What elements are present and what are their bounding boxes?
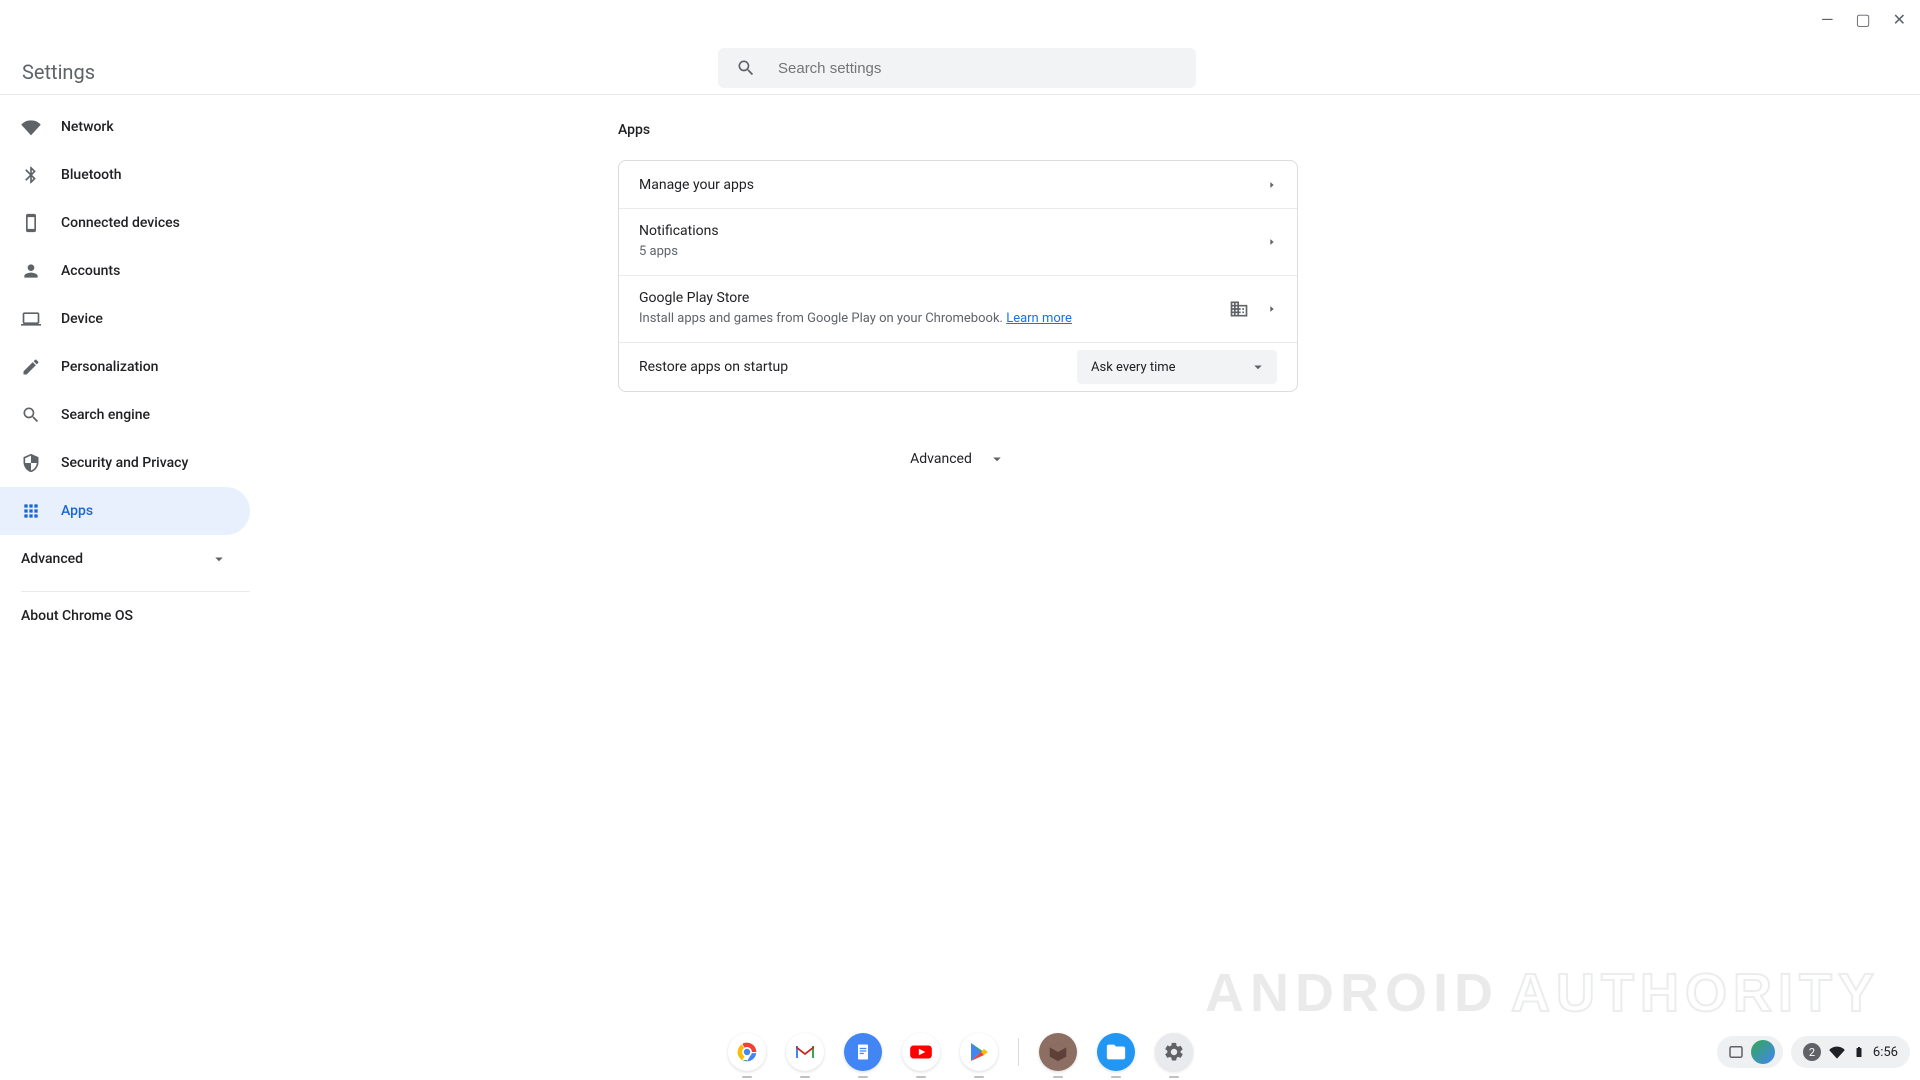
dropdown-value: Ask every time: [1091, 360, 1176, 375]
building-icon: [1229, 299, 1249, 319]
play-desc-text: Install apps and games from Google Play …: [639, 311, 1006, 326]
folder-icon: [1105, 1041, 1127, 1063]
sidebar-item-security[interactable]: Security and Privacy: [0, 439, 250, 487]
row-subtext: Install apps and games from Google Play …: [639, 310, 1217, 328]
holding-space-thumb: [1751, 1040, 1775, 1064]
tote-icon: [1727, 1043, 1745, 1061]
watermark-part1: ANDROID: [1205, 963, 1499, 1023]
search-input[interactable]: [778, 60, 1178, 77]
chevron-right-icon: [1267, 304, 1277, 314]
row-restore-apps: Restore apps on startup Ask every time: [619, 343, 1297, 391]
row-subtext: 5 apps: [639, 243, 1249, 261]
sidebar-item-accounts[interactable]: Accounts: [0, 247, 250, 295]
battery-icon: [1853, 1044, 1865, 1060]
shelf-app-play-store[interactable]: [960, 1033, 998, 1071]
row-play-store[interactable]: Google Play Store Install apps and games…: [619, 276, 1297, 343]
shelf-app-chrome[interactable]: [728, 1033, 766, 1071]
advanced-label: Advanced: [910, 451, 972, 467]
notification-count-badge: 2: [1803, 1043, 1821, 1061]
sidebar-item-about[interactable]: About Chrome OS: [0, 592, 250, 640]
sidebar-item-label: Search engine: [61, 407, 150, 423]
sidebar-item-search-engine[interactable]: Search engine: [0, 391, 250, 439]
search-icon: [736, 58, 756, 78]
wifi-icon: [21, 117, 41, 137]
row-manage-apps[interactable]: Manage your apps: [619, 161, 1297, 209]
sidebar-item-bluetooth[interactable]: Bluetooth: [0, 151, 250, 199]
sidebar-item-device[interactable]: Device: [0, 295, 250, 343]
header: Settings: [0, 0, 1920, 95]
youtube-icon: [908, 1039, 934, 1065]
sidebar-item-label: Security and Privacy: [61, 455, 188, 471]
settings-card: Manage your apps Notifications 5 apps Go…: [618, 160, 1298, 392]
shelf-separator: [1018, 1038, 1019, 1066]
shelf-app-youtube[interactable]: [902, 1033, 940, 1071]
shield-icon: [21, 453, 41, 473]
search-icon: [21, 405, 41, 425]
shelf-app-files[interactable]: [1097, 1033, 1135, 1071]
laptop-icon: [21, 309, 41, 329]
sidebar: Network Bluetooth Connected devices Acco…: [0, 103, 250, 640]
row-title: Restore apps on startup: [639, 359, 1077, 375]
status-tray[interactable]: 2 6:56: [1791, 1036, 1910, 1068]
sidebar-advanced-toggle[interactable]: Advanced: [0, 535, 250, 583]
chevron-down-icon: [1249, 358, 1267, 376]
gmail-icon: [793, 1040, 817, 1064]
row-title: Google Play Store: [639, 290, 1217, 306]
apps-icon: [21, 501, 41, 521]
advanced-toggle[interactable]: Advanced: [618, 450, 1298, 468]
sidebar-item-network[interactable]: Network: [0, 103, 250, 151]
shelf-app-gmail[interactable]: [786, 1033, 824, 1071]
pencil-icon: [21, 357, 41, 377]
chevron-right-icon: [1267, 180, 1277, 190]
holding-space-button[interactable]: [1717, 1036, 1783, 1068]
row-content: Google Play Store Install apps and games…: [639, 276, 1217, 342]
sidebar-item-personalization[interactable]: Personalization: [0, 343, 250, 391]
gear-icon: [1163, 1041, 1185, 1063]
advanced-label: Advanced: [21, 551, 83, 567]
sidebar-item-label: Device: [61, 311, 103, 327]
search-box[interactable]: [718, 48, 1196, 88]
row-content: Manage your apps: [639, 163, 1249, 207]
sidebar-item-label: Bluetooth: [61, 167, 122, 183]
row-content: Restore apps on startup: [639, 345, 1077, 389]
sidebar-item-connected-devices[interactable]: Connected devices: [0, 199, 250, 247]
about-label: About Chrome OS: [21, 608, 133, 624]
shelf: [0, 1024, 1920, 1080]
docs-icon: [853, 1042, 873, 1062]
row-content: Notifications 5 apps: [639, 209, 1249, 275]
chrome-icon: [733, 1038, 761, 1066]
chevron-down-icon: [210, 550, 228, 568]
sidebar-item-label: Connected devices: [61, 215, 180, 231]
wifi-icon: [1829, 1044, 1845, 1060]
chevron-down-icon: [988, 450, 1006, 468]
sidebar-item-label: Personalization: [61, 359, 158, 375]
play-store-icon: [967, 1040, 991, 1064]
phone-icon: [21, 213, 41, 233]
row-title: Notifications: [639, 223, 1249, 239]
restore-apps-dropdown[interactable]: Ask every time: [1077, 350, 1277, 384]
shelf-app-docs[interactable]: [844, 1033, 882, 1071]
watermark: ANDROIDAUTHORITY: [1205, 962, 1880, 1024]
chevron-right-icon: [1267, 237, 1277, 247]
sidebar-item-apps[interactable]: Apps: [0, 487, 250, 535]
watermark-part2: AUTHORITY: [1511, 963, 1880, 1023]
app-title: Settings: [22, 60, 95, 84]
bluetooth-icon: [21, 165, 41, 185]
sidebar-item-label: Network: [61, 119, 114, 135]
box-icon: [1047, 1041, 1069, 1063]
status-time: 6:56: [1873, 1045, 1898, 1060]
main-content: Apps Manage your apps Notifications 5 ap…: [618, 122, 1298, 468]
shelf-app-generic[interactable]: [1039, 1033, 1077, 1071]
person-icon: [21, 261, 41, 281]
status-area: 2 6:56: [1717, 1034, 1910, 1070]
row-notifications[interactable]: Notifications 5 apps: [619, 209, 1297, 276]
learn-more-link[interactable]: Learn more: [1006, 311, 1072, 326]
sidebar-item-label: Apps: [61, 503, 93, 519]
shelf-app-settings[interactable]: [1155, 1033, 1193, 1071]
section-title: Apps: [618, 122, 1298, 138]
row-title: Manage your apps: [639, 177, 1249, 193]
sidebar-item-label: Accounts: [61, 263, 120, 279]
